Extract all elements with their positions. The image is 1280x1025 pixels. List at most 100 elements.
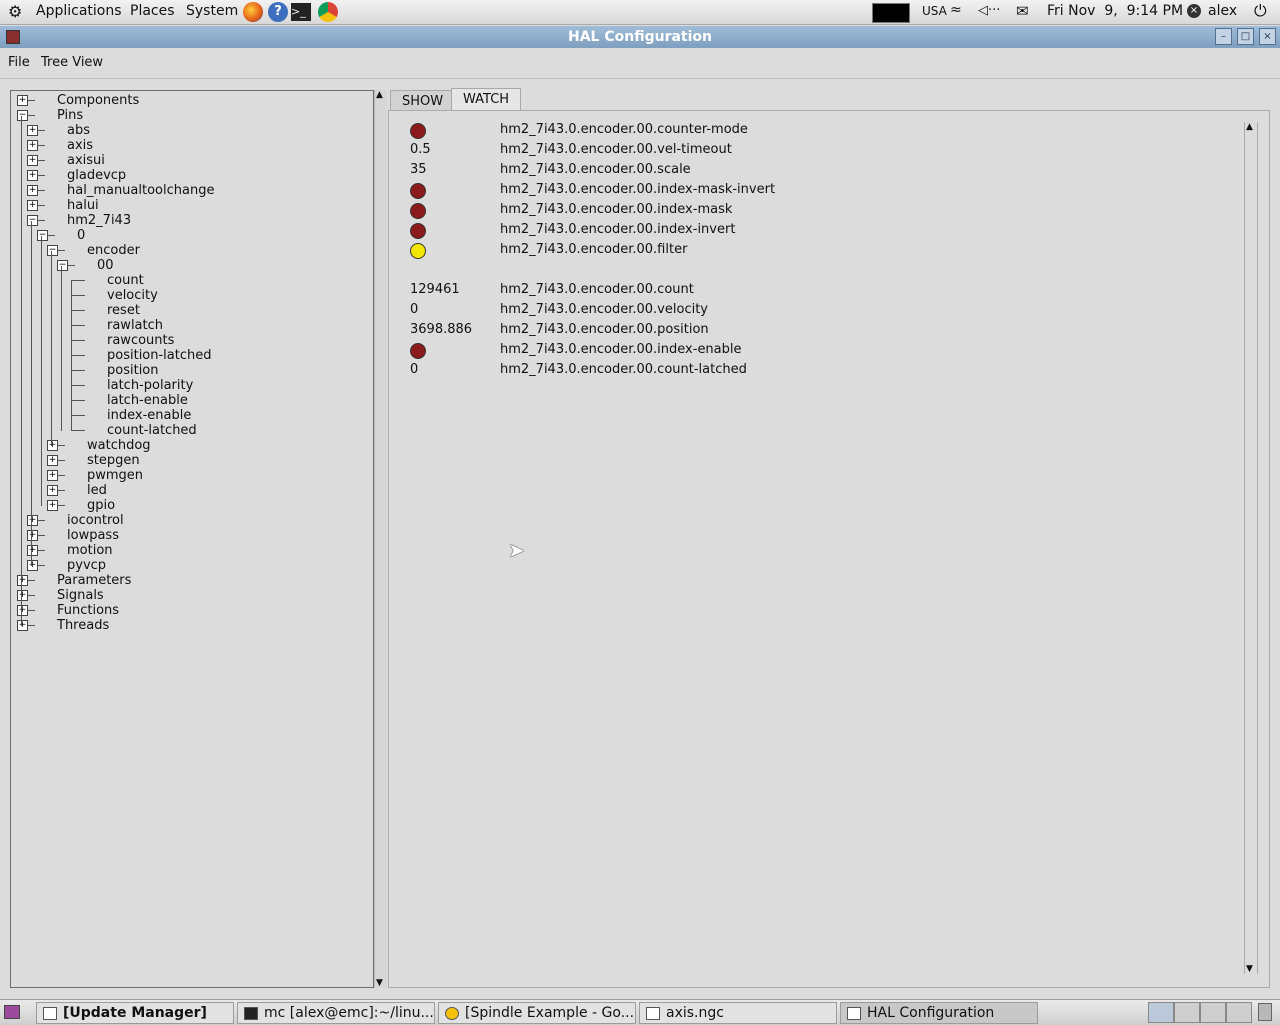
tree-item[interactable]: count: [107, 273, 144, 288]
mail-icon[interactable]: ✉: [1016, 2, 1029, 20]
tree-item[interactable]: iocontrol: [67, 513, 124, 528]
tree-item[interactable]: latch-polarity: [107, 378, 193, 393]
tree-item[interactable]: Signals: [57, 588, 104, 603]
expand-icon[interactable]: +: [47, 485, 58, 496]
workspace-1[interactable]: [1148, 1002, 1174, 1023]
watch-pin-name[interactable]: hm2_7i43.0.encoder.00.index-invert: [500, 220, 735, 240]
task-hal-configuration[interactable]: HAL Configuration: [840, 1002, 1038, 1024]
tree-item[interactable]: axis: [67, 138, 93, 153]
expand-icon[interactable]: +: [17, 590, 28, 601]
expand-icon[interactable]: +: [27, 200, 38, 211]
volume-icon[interactable]: ◁···: [978, 3, 1000, 18]
expand-icon[interactable]: +: [47, 455, 58, 466]
tree-item[interactable]: gladevcp: [67, 168, 126, 183]
expand-icon[interactable]: +: [27, 170, 38, 181]
expand-icon[interactable]: +: [47, 470, 58, 481]
task-mc-terminal[interactable]: mc [alex@emc]:~/linu...: [237, 1002, 435, 1024]
task-update-manager[interactable]: [Update Manager]: [36, 1002, 234, 1024]
tree-item[interactable]: stepgen: [87, 453, 140, 468]
maximize-icon[interactable]: □: [1237, 28, 1254, 45]
tree-item[interactable]: latch-enable: [107, 393, 188, 408]
expand-icon[interactable]: +: [27, 125, 38, 136]
tree-item[interactable]: count-latched: [107, 423, 197, 438]
tree-item[interactable]: 00: [97, 258, 114, 273]
window-titlebar[interactable]: HAL Configuration – □ ×: [0, 26, 1280, 48]
tree-item[interactable]: motion: [67, 543, 113, 558]
expand-icon[interactable]: +: [17, 575, 28, 586]
menu-file[interactable]: File: [8, 55, 30, 70]
scroll-down-icon[interactable]: ▼: [376, 978, 383, 988]
collapse-icon[interactable]: −: [27, 215, 38, 226]
expand-icon[interactable]: +: [17, 605, 28, 616]
tree-item[interactable]: encoder: [87, 243, 140, 258]
user-name[interactable]: alex: [1208, 3, 1237, 19]
watch-pin-name[interactable]: hm2_7i43.0.encoder.00.count-latched: [500, 360, 747, 380]
trash-icon[interactable]: [1258, 1003, 1272, 1021]
workspace-2[interactable]: [1174, 1002, 1200, 1023]
tree-item[interactable]: lowpass: [67, 528, 119, 543]
tree-item[interactable]: velocity: [107, 288, 158, 303]
tree-item[interactable]: abs: [67, 123, 90, 138]
terminal-icon[interactable]: >_: [291, 3, 311, 21]
watch-scrollbar[interactable]: ▲ ▼: [1244, 122, 1258, 974]
help-icon[interactable]: ?: [268, 2, 288, 22]
tree-item[interactable]: Threads: [57, 618, 109, 633]
tab-watch[interactable]: WATCH: [451, 88, 522, 112]
firefox-icon[interactable]: [243, 2, 263, 22]
tree-item[interactable]: halui: [67, 198, 99, 213]
expand-icon[interactable]: +: [47, 440, 58, 451]
watch-pin-name[interactable]: hm2_7i43.0.encoder.00.velocity: [500, 300, 708, 320]
tree-scrollbar[interactable]: ▲ ▼: [374, 90, 387, 988]
watch-pin-name[interactable]: hm2_7i43.0.encoder.00.counter-mode: [500, 120, 748, 140]
tree-item[interactable]: hm2_7i43: [67, 213, 131, 228]
tree-item[interactable]: position-latched: [107, 348, 212, 363]
collapse-icon[interactable]: −: [57, 260, 68, 271]
tree-item[interactable]: axisui: [67, 153, 105, 168]
wifi-icon[interactable]: ≈: [950, 2, 962, 18]
scroll-up-icon[interactable]: ▲: [1246, 122, 1253, 132]
collapse-icon[interactable]: −: [47, 245, 58, 256]
workspace-3[interactable]: [1200, 1002, 1226, 1023]
show-desktop-icon[interactable]: [4, 1005, 20, 1019]
tree-item[interactable]: led: [87, 483, 107, 498]
watch-pin-name[interactable]: hm2_7i43.0.encoder.00.index-mask: [500, 200, 732, 220]
tree-item[interactable]: Parameters: [57, 573, 131, 588]
tree-item[interactable]: hal_manualtoolchange: [67, 183, 214, 198]
tree-item[interactable]: 0: [77, 228, 85, 243]
tree-item[interactable]: rawlatch: [107, 318, 163, 333]
keyboard-layout[interactable]: USA: [922, 4, 947, 18]
gnome-foot-icon[interactable]: ⚙: [8, 2, 22, 21]
scroll-down-icon[interactable]: ▼: [1246, 964, 1253, 974]
collapse-icon[interactable]: −: [37, 230, 48, 241]
tree-item[interactable]: Functions: [57, 603, 119, 618]
tree-item[interactable]: position: [107, 363, 159, 378]
tree-item[interactable]: reset: [107, 303, 140, 318]
watch-pin-name[interactable]: hm2_7i43.0.encoder.00.position: [500, 320, 709, 340]
expand-icon[interactable]: +: [27, 185, 38, 196]
watch-pin-name[interactable]: hm2_7i43.0.encoder.00.index-enable: [500, 340, 742, 360]
collapse-icon[interactable]: −: [17, 110, 28, 121]
chrome-icon[interactable]: [318, 2, 338, 22]
hal-tree[interactable]: + Components − Pins + abs + axis + axisui + gladevc…: [10, 90, 374, 988]
expand-icon[interactable]: +: [17, 620, 28, 631]
tree-item[interactable]: pwmgen: [87, 468, 143, 483]
tab-show[interactable]: SHOW: [390, 90, 456, 112]
menu-tree-view[interactable]: Tree View: [41, 55, 103, 70]
task-axis-ngc[interactable]: axis.ngc: [639, 1002, 837, 1024]
watch-pin-name[interactable]: hm2_7i43.0.encoder.00.vel-timeout: [500, 140, 732, 160]
close-icon[interactable]: ×: [1259, 28, 1276, 45]
clock[interactable]: Fri Nov 9, 9:14 PM: [1047, 3, 1183, 19]
task-chrome[interactable]: [Spindle Example - Go...: [438, 1002, 636, 1024]
menu-places[interactable]: Places: [130, 3, 175, 19]
tree-item[interactable]: Pins: [57, 108, 83, 123]
minimize-icon[interactable]: –: [1215, 28, 1232, 45]
watch-pin-name[interactable]: hm2_7i43.0.encoder.00.count: [500, 280, 694, 300]
watch-pin-name[interactable]: hm2_7i43.0.encoder.00.index-mask-invert: [500, 180, 775, 200]
tree-item[interactable]: gpio: [87, 498, 115, 513]
expand-icon[interactable]: +: [27, 515, 38, 526]
expand-icon[interactable]: +: [27, 140, 38, 151]
expand-icon[interactable]: +: [17, 95, 28, 106]
power-icon[interactable]: ⏻: [1254, 1, 1267, 21]
tree-item[interactable]: index-enable: [107, 408, 191, 423]
tree-item[interactable]: pyvcp: [67, 558, 106, 573]
